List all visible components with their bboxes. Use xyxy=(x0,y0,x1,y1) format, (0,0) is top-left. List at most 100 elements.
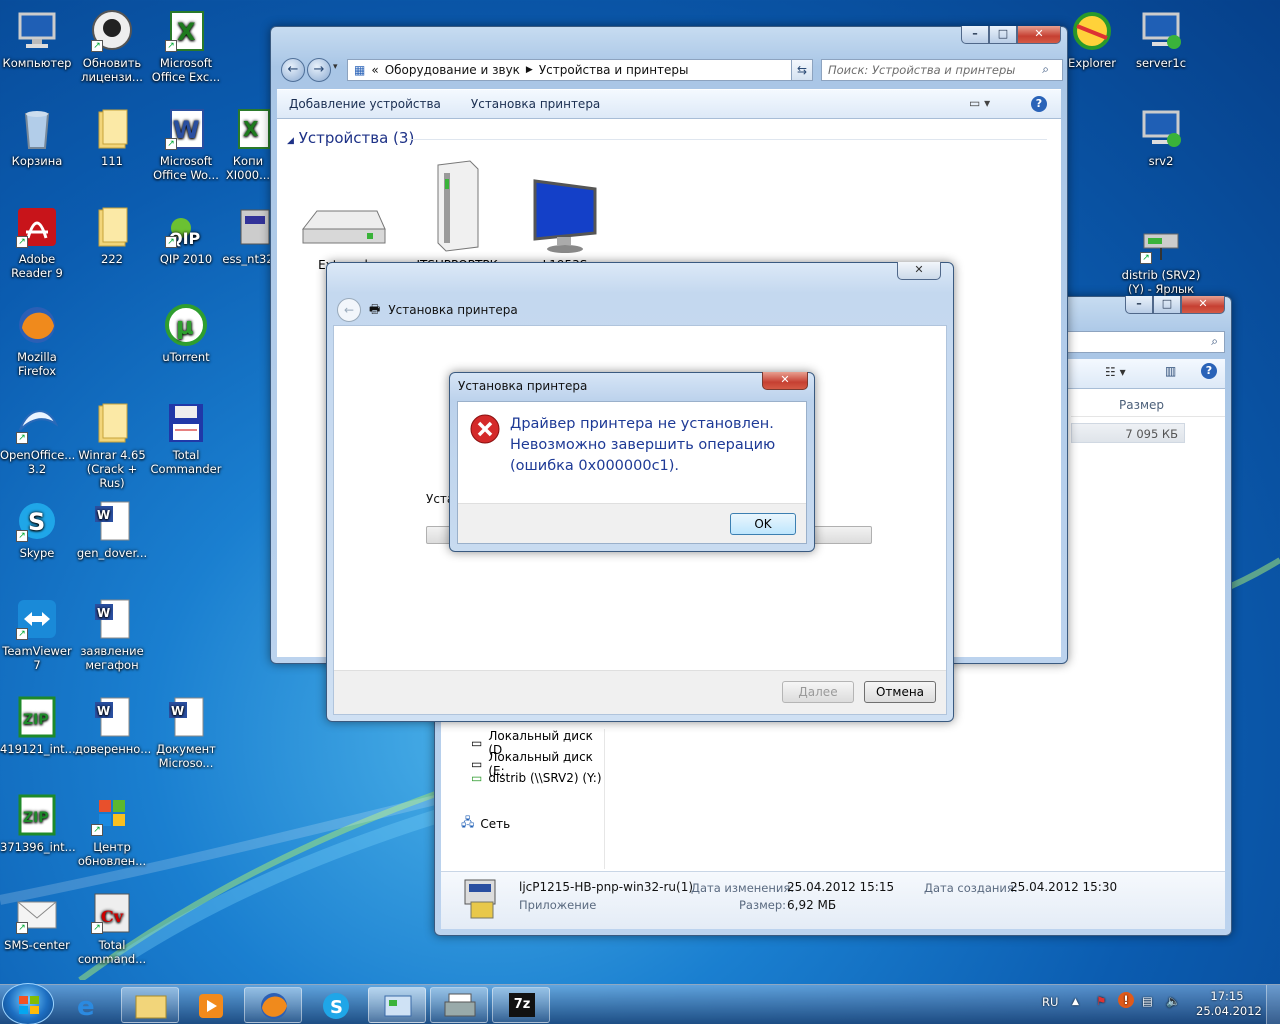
device-itsupportpk[interactable]: ITSUPPORTPK xyxy=(407,159,507,272)
device-l1953s[interactable]: L1953S xyxy=(515,175,615,272)
desktop-icon-zip-371396[interactable]: ZIP 371396_int... xyxy=(0,792,76,854)
desktop-icon-server1c[interactable]: server1c xyxy=(1124,8,1198,70)
breadcrumb-hardware[interactable]: Оборудование и звук xyxy=(385,63,520,77)
clock[interactable]: 17:15 25.04.2012 xyxy=(1196,989,1262,1019)
action-center-flag-icon[interactable]: ⚑ xyxy=(1096,994,1106,1008)
selected-file-row[interactable]: 7 095 КБ xyxy=(1071,423,1185,443)
desktop-icon-update-license[interactable]: ↗ Обновить лицензи... xyxy=(75,8,149,84)
tree-item-network[interactable]: 🖧 Сеть xyxy=(461,813,510,834)
back-button[interactable]: ← xyxy=(337,298,361,322)
maximize-button[interactable]: □ xyxy=(989,26,1017,44)
next-button[interactable]: Далее xyxy=(782,681,854,703)
start-button[interactable] xyxy=(2,983,54,1024)
tree-item-distrib[interactable]: ▭ distrib (\\SRV2) (Y:) xyxy=(471,771,602,785)
network-tray-icon[interactable]: ▤ xyxy=(1142,994,1153,1008)
desktop-icon-folder-111[interactable]: 111 xyxy=(75,106,149,168)
installer-icon xyxy=(461,878,503,922)
taskbar-ie[interactable]: e xyxy=(62,987,120,1023)
taskbar-skype[interactable]: S xyxy=(306,987,364,1023)
svg-text:S: S xyxy=(28,508,45,536)
shortcut-arrow-icon: ↗ xyxy=(91,40,103,52)
taskbar-control-panel[interactable] xyxy=(368,987,426,1023)
desktop-icon-doverennost[interactable]: W доверенно... xyxy=(75,694,151,756)
address-bar[interactable]: ▦ « Оборудование и звук ▶ Устройства и п… xyxy=(347,59,813,81)
back-button[interactable]: ← xyxy=(281,58,305,82)
desktop-icon-qip[interactable]: QIP ↗ QIP 2010 xyxy=(149,204,223,266)
ok-button[interactable]: OK xyxy=(730,513,796,535)
desktop-icon-openoffice[interactable]: ↗ OpenOffice... 3.2 xyxy=(0,400,75,476)
show-hidden-icons-icon[interactable]: ▲ xyxy=(1072,997,1079,1007)
word-icon: W ↗ xyxy=(163,106,209,152)
recent-pages-icon[interactable]: ▾ xyxy=(333,62,338,72)
alert-icon[interactable]: ! xyxy=(1118,992,1134,1008)
desktop-icon-zip-419121[interactable]: ZIP 419121_int... xyxy=(0,694,76,756)
desktop-icon-update-center[interactable]: ↗ Центр обновлен... xyxy=(75,792,149,868)
collapse-arrow-icon: ◢ xyxy=(287,136,294,146)
close-button[interactable]: ✕ xyxy=(1017,26,1061,44)
breadcrumb-devices-printers[interactable]: Устройства и принтеры xyxy=(539,63,689,77)
taskbar-firefox[interactable] xyxy=(244,987,302,1023)
folder-icon xyxy=(135,995,167,1019)
view-options-icon[interactable]: ☷ ▾ xyxy=(1105,365,1126,379)
error-icon xyxy=(470,414,500,444)
view-options-icon[interactable]: ▭ ▾ xyxy=(969,96,990,110)
navigation-pane: ▭ Локальный диск (D ▭ Локальный диск (E: ▭… xyxy=(441,729,605,869)
language-indicator[interactable]: RU xyxy=(1042,995,1058,1009)
remote-desktop-icon xyxy=(1138,8,1184,54)
close-button[interactable]: ✕ xyxy=(1181,296,1225,314)
refresh-button[interactable]: ⇆ xyxy=(791,59,813,81)
skype-icon: S ↗ xyxy=(14,498,60,544)
error-dialog[interactable]: Установка принтера ✕ Драйвер принтера не… xyxy=(449,372,815,552)
desktop-icon-distrib[interactable]: ↗ distrib (SRV2) (Y) - Ярлык xyxy=(1116,220,1206,296)
add-printer-button[interactable]: Установка принтера xyxy=(471,97,600,111)
desktop-icon-ess[interactable]: ess_nt32 xyxy=(220,204,276,266)
close-button[interactable]: ✕ xyxy=(897,262,941,280)
taskbar-media-player[interactable] xyxy=(182,987,240,1023)
help-icon[interactable]: ? xyxy=(1201,363,1217,379)
desktop-icon-zayavlenie[interactable]: W заявление мегафон xyxy=(75,596,149,672)
cancel-button[interactable]: Отмена xyxy=(864,681,936,703)
volume-icon[interactable]: 🔈 xyxy=(1166,994,1180,1008)
maximize-button[interactable]: □ xyxy=(1153,296,1181,314)
computer-tower-icon xyxy=(407,159,507,258)
desktop-icon-teamviewer[interactable]: ↗ TeamViewer 7 xyxy=(0,596,74,672)
search-input[interactable]: Поиск: Устройства и принтеры xyxy=(821,59,1063,81)
desktop-icon-folder-222[interactable]: 222 xyxy=(75,204,149,266)
word-document-icon: W xyxy=(163,694,209,740)
minimize-button[interactable]: – xyxy=(961,26,989,44)
show-desktop-button[interactable] xyxy=(1266,985,1280,1024)
desktop-icon-adobe-reader[interactable]: ↗ Adobe Reader 9 xyxy=(0,204,74,280)
desktop-icon-total-commander[interactable]: Total Commander xyxy=(149,400,223,476)
firefox-icon xyxy=(261,993,287,1019)
minimize-button[interactable]: – xyxy=(1125,296,1153,314)
zip-icon: ZIP xyxy=(14,792,60,838)
help-icon[interactable]: ? xyxy=(1031,96,1047,112)
desktop-icon-sms-center[interactable]: ↗ SMS-center xyxy=(0,890,74,952)
desktop-icon-skype[interactable]: S ↗ Skype xyxy=(0,498,74,560)
desktop-icon-copy-xl[interactable]: X Копи XI000... xyxy=(220,106,276,182)
column-size[interactable]: Размер xyxy=(1119,398,1164,412)
desktop-icon-explorer[interactable]: Explorer xyxy=(1062,8,1122,70)
group-header-devices[interactable]: ◢ Устройства (3) xyxy=(287,129,414,147)
desktop-icon-recycle-bin[interactable]: Корзина xyxy=(0,106,74,168)
close-button[interactable]: ✕ xyxy=(762,372,808,390)
desktop-icon-winrar[interactable]: Winrar 4.65 (Crack + Rus) xyxy=(75,400,149,490)
monitor-icon xyxy=(515,175,615,258)
desktop-icon-firefox[interactable]: Mozilla Firefox xyxy=(0,302,74,378)
desktop-icon-excel[interactable]: X ↗ Microsoft Office Exc... xyxy=(149,8,223,84)
word-document-icon: W xyxy=(89,596,135,642)
desktop-icon-utorrent[interactable]: µ uTorrent xyxy=(149,302,223,364)
desktop-icon-total-commander-2[interactable]: Cv ↗ Total command... xyxy=(75,890,149,966)
preview-pane-icon[interactable]: ▥ xyxy=(1165,364,1176,378)
taskbar-printer-wizard[interactable] xyxy=(430,987,488,1023)
desktop-icon-srv2[interactable]: srv2 xyxy=(1124,106,1198,168)
desktop-icon-document-microsoft[interactable]: W Документ Microso... xyxy=(149,694,223,770)
taskbar-7zip[interactable]: 7z xyxy=(492,987,550,1023)
desktop-icon-gen-dover[interactable]: W gen_dover... xyxy=(75,498,149,560)
desktop-icon-word[interactable]: W ↗ Microsoft Office Wo... xyxy=(149,106,223,182)
add-device-button[interactable]: Добавление устройства xyxy=(289,97,441,111)
forward-button[interactable]: → xyxy=(307,58,331,82)
taskbar-explorer[interactable] xyxy=(121,987,179,1023)
skype-icon: S xyxy=(323,993,349,1019)
desktop-icon-computer[interactable]: Компьютер xyxy=(0,8,74,70)
